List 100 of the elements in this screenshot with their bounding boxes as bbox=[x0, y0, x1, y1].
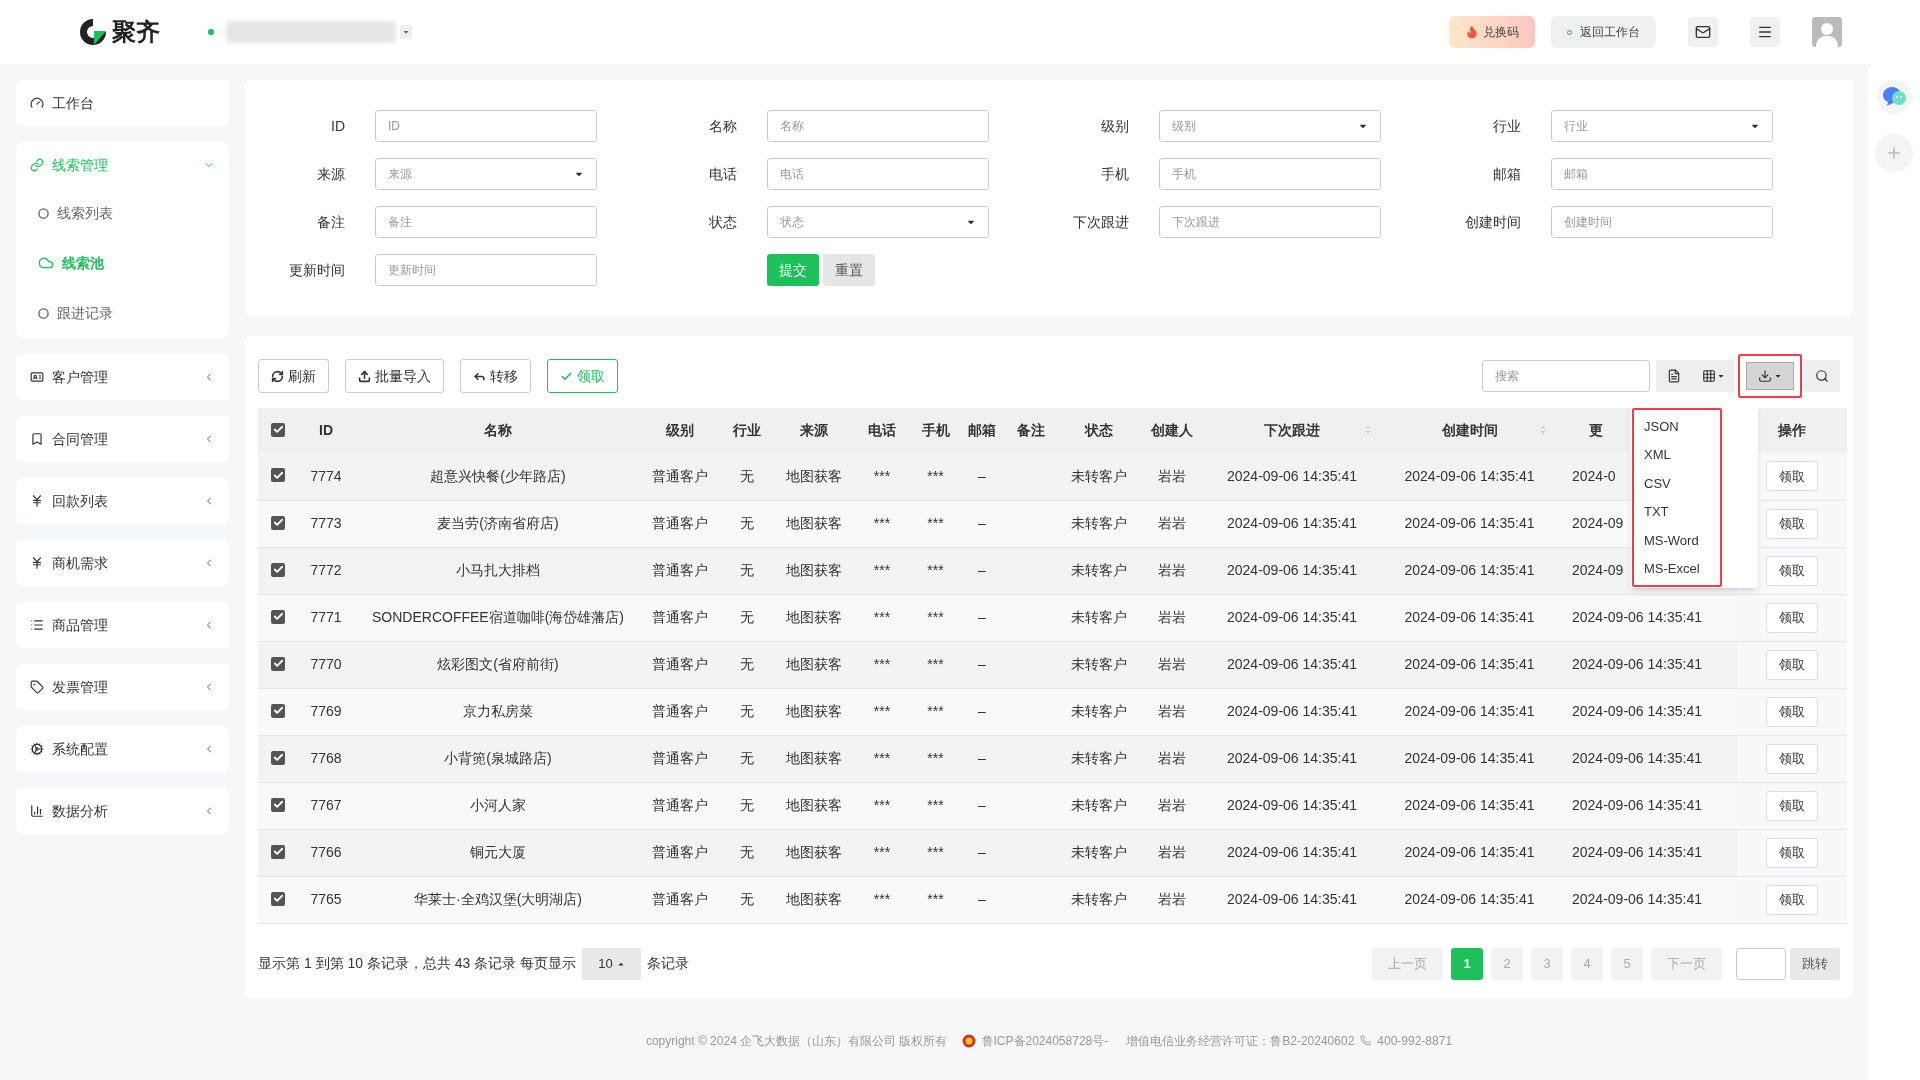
table-cell: 2024-09-06 14:35:41 bbox=[1404, 467, 1535, 484]
back-button[interactable]: 返回工作台 bbox=[1551, 16, 1656, 48]
claim-button[interactable]: 领取 bbox=[1766, 602, 1818, 633]
search-button[interactable] bbox=[1804, 360, 1840, 392]
table-row[interactable]: 7769 京力私房菜 普通客户 无 地图获客 *** *** – 未转客户 岩岩 2024-09-06 14:35:41 2024-09-06 14:35:41 2024-09-06 14:35:41 领取 bbox=[258, 688, 1847, 735]
text-field[interactable]: 下次跟进 bbox=[1159, 206, 1381, 238]
download-icon bbox=[1758, 369, 1772, 383]
table-row[interactable]: 7768 小背篼(泉城路店) 普通客户 无 地图获客 *** *** – 未转客户 岩岩 2024-09-06 14:35:41 2024-09-06 14:35:41 2024-09-06 14:35:41 领取 bbox=[258, 735, 1847, 782]
table-row[interactable]: 7771 SONDERCOFFEE宿道咖啡(海岱雄藩店) 普通客户 无 地图获客 *** *** – 未转客户 岩岩 2024-09-06 14:35:41 2024-09-06 14:35:41 2024-09-06 14:35:41 领取 bbox=[258, 594, 1847, 641]
chat-icon[interactable] bbox=[1877, 80, 1911, 114]
text-field[interactable]: 名称 bbox=[767, 110, 989, 142]
sidebar-item[interactable]: 数据分析 bbox=[16, 788, 229, 834]
search-field[interactable]: 搜索 bbox=[1482, 360, 1650, 392]
checkbox[interactable] bbox=[271, 750, 285, 765]
sidebar-item[interactable]: 回款列表 bbox=[16, 478, 229, 524]
text-field[interactable]: 手机 bbox=[1159, 158, 1381, 190]
table-cell: 岩岩 bbox=[1158, 609, 1186, 625]
sidebar-item[interactable]: 工作台 bbox=[16, 80, 229, 126]
claim-button[interactable]: 领取 bbox=[1766, 508, 1818, 539]
bookmark-icon bbox=[30, 432, 44, 446]
sidebar-item[interactable]: 系统配置 bbox=[16, 726, 229, 772]
table-cell: *** bbox=[873, 515, 891, 531]
page-field[interactable] bbox=[1736, 947, 1786, 980]
pagination-summary: 条记录 bbox=[646, 954, 689, 973]
toolbar-button[interactable]: 转移 bbox=[460, 359, 531, 393]
checkbox[interactable] bbox=[271, 422, 285, 437]
checkbox[interactable] bbox=[271, 562, 285, 577]
sidebar-item[interactable]: 商品管理 bbox=[16, 602, 229, 648]
checkbox[interactable] bbox=[271, 468, 285, 483]
reset-button[interactable]: 重置 bbox=[823, 254, 875, 286]
checkbox[interactable] bbox=[271, 703, 285, 718]
menu-button[interactable] bbox=[1750, 17, 1780, 47]
view-button[interactable] bbox=[1656, 360, 1692, 392]
table-cell: 2024-09-06 14:35:41 bbox=[1572, 656, 1702, 672]
menu-item[interactable]: TXT bbox=[1634, 497, 1720, 526]
table-cell: 岩岩 bbox=[1158, 467, 1186, 484]
claim-button[interactable]: 领取 bbox=[1766, 555, 1818, 586]
checkbox[interactable] bbox=[271, 609, 285, 624]
caret-icon[interactable] bbox=[400, 25, 412, 39]
table-cell: 2024-09-06 14:35:41 bbox=[1227, 515, 1357, 531]
column-header[interactable]: 创建时间 bbox=[1441, 422, 1498, 438]
checkbox[interactable] bbox=[271, 515, 285, 530]
table-cell: 2024-09-06 14:35:41 bbox=[1227, 609, 1357, 625]
submenu-item[interactable]: 跟进记录 bbox=[16, 288, 229, 338]
page-size-select[interactable]: 10 bbox=[582, 947, 641, 980]
sidebar-item[interactable]: 合同管理 bbox=[16, 416, 229, 462]
column-header: 备注 bbox=[1017, 422, 1045, 438]
table-cell: 普通客户 bbox=[651, 891, 708, 907]
toolbar-button[interactable]: 刷新 bbox=[258, 359, 329, 393]
copyright-text: copyright © 2024 企飞大数据（山东）有限公司 版权所有 bbox=[645, 1032, 948, 1050]
mail-button[interactable] bbox=[1688, 17, 1718, 47]
checkbox[interactable] bbox=[271, 891, 285, 906]
table-cell: 超意兴快餐(少年路店) bbox=[430, 467, 566, 484]
menu-item[interactable]: MS-Excel bbox=[1634, 554, 1720, 583]
table-cell: *** bbox=[927, 703, 944, 719]
table-cell: 7767 bbox=[310, 797, 342, 813]
column-header: 手机 bbox=[921, 422, 950, 438]
checkbox[interactable] bbox=[271, 656, 285, 671]
checkbox[interactable] bbox=[271, 797, 285, 812]
table-cell: 7766 bbox=[310, 844, 342, 860]
claim-button[interactable]: 领取 bbox=[1766, 790, 1818, 821]
submenu-item[interactable]: 线索列表 bbox=[16, 188, 229, 238]
table-cell: *** bbox=[873, 750, 891, 766]
menu-item[interactable]: CSV bbox=[1634, 469, 1720, 498]
table-cell: 地图获客 bbox=[785, 891, 842, 907]
claim-button[interactable]: 领取 bbox=[1766, 743, 1818, 774]
table-cell: 未转客户 bbox=[1070, 656, 1127, 672]
circle-icon bbox=[38, 307, 49, 319]
claim-button[interactable]: 领取 bbox=[1766, 696, 1818, 727]
table-row[interactable]: 7770 炫彩图文(省府前街) 普通客户 无 地图获客 *** *** – 未转客户 岩岩 2024-09-06 14:35:41 2024-09-06 14:35:41 2024-09-06 14:35:41 领取 bbox=[258, 641, 1847, 688]
column-header[interactable]: 下次跟进 bbox=[1264, 422, 1320, 438]
table-cell: 普通客户 bbox=[651, 844, 708, 860]
table-row[interactable]: 7766 铜元大厦 普通客户 无 地图获客 *** *** – 未转客户 岩岩 2024-09-06 14:35:41 2024-09-06 14:35:41 2024-09-06 14:35:41 领取 bbox=[258, 829, 1847, 876]
text-field[interactable]: 电话 bbox=[767, 158, 989, 190]
export-button[interactable] bbox=[1746, 362, 1794, 390]
grid-icon bbox=[1701, 369, 1716, 383]
jump-button[interactable]: 跳转 bbox=[1790, 947, 1840, 980]
toolbar-button[interactable]: 批量导入 bbox=[345, 359, 444, 393]
table-cell: 2024-09-06 14:35:41 bbox=[1404, 515, 1535, 531]
table-cell: 7770 bbox=[310, 656, 342, 672]
text-field[interactable]: 备注 bbox=[375, 206, 597, 238]
sidebar-item[interactable]: 发票管理 bbox=[16, 664, 229, 710]
table-row[interactable]: 7765 华莱士·全鸡汉堡(大明湖店) 普通客户 无 地图获客 *** *** – 未转客户 岩岩 2024-09-06 14:35:41 2024-09-06 14:35:41 2024-09-06 14:35:41 领取 bbox=[258, 876, 1847, 923]
cloud-icon bbox=[38, 255, 54, 271]
sidebar-item[interactable]: 商机需求 bbox=[16, 540, 229, 586]
claim-button[interactable]: 领取 bbox=[1766, 884, 1818, 915]
text-field[interactable]: ID bbox=[375, 110, 597, 142]
text-field[interactable]: 更新时间 bbox=[375, 254, 597, 286]
redeem-button[interactable]: 兑换码 bbox=[1449, 16, 1535, 48]
tag-icon bbox=[30, 680, 44, 694]
checkbox[interactable] bbox=[271, 844, 285, 859]
menu-item[interactable]: JSON bbox=[1634, 412, 1720, 441]
columns-button[interactable] bbox=[1692, 360, 1734, 392]
claim-button[interactable]: 领取 bbox=[1766, 461, 1818, 492]
claim-button[interactable]: 领取 bbox=[1766, 649, 1818, 680]
text-field[interactable]: 邮箱 bbox=[1551, 158, 1773, 190]
table-row[interactable]: 7767 小河人家 普通客户 无 地图获客 *** *** – 未转客户 岩岩 2024-09-06 14:35:41 2024-09-06 14:35:41 2024-09-06 14:35:41 领取 bbox=[258, 782, 1847, 829]
claim-button[interactable]: 领取 bbox=[1766, 837, 1818, 868]
text-field[interactable]: 创建时间 bbox=[1551, 206, 1773, 238]
sidebar-item[interactable]: 客户管理 bbox=[16, 354, 229, 400]
